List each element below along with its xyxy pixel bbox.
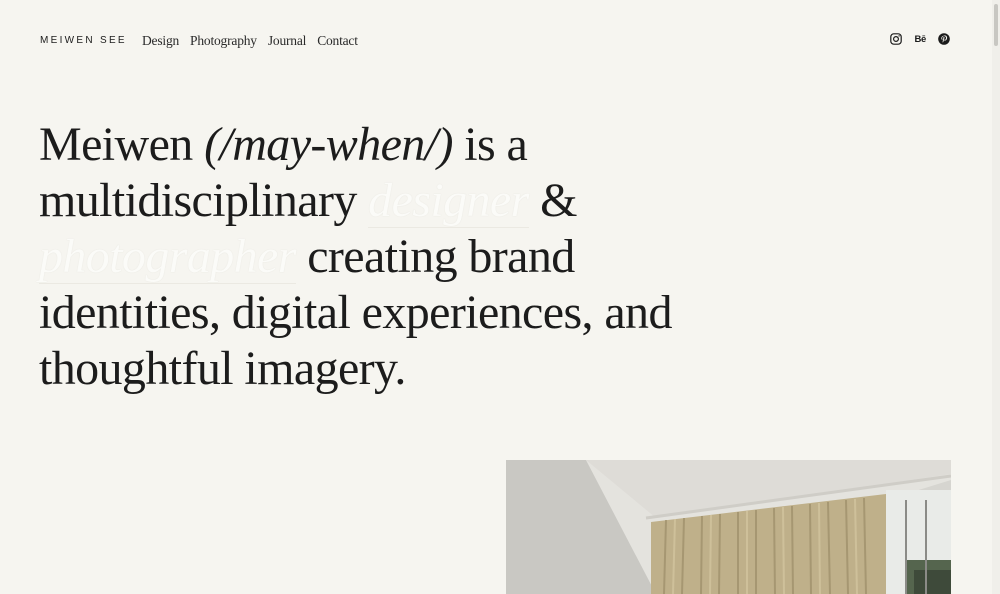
social-links: Bē <box>890 33 950 45</box>
hero-pronunciation: (/may-when/) <box>204 118 453 171</box>
pinterest-icon[interactable] <box>938 33 950 45</box>
site-header: MEIWEN SEE Design Photography Journal Co… <box>40 30 950 52</box>
nav-journal[interactable]: Journal <box>268 32 307 50</box>
room-with-curtains-photo <box>506 460 951 594</box>
hero-multidisciplinary: multidisciplinary <box>39 174 357 227</box>
designer-link[interactable]: designer <box>368 174 529 228</box>
behance-icon[interactable]: Bē <box>914 33 926 45</box>
nav-contact[interactable]: Contact <box>317 32 358 50</box>
photographer-link[interactable]: photographer <box>39 230 296 284</box>
page-scrollbar[interactable] <box>992 0 1000 594</box>
nav-design[interactable]: Design <box>142 32 179 50</box>
scrollbar-thumb[interactable] <box>994 4 998 46</box>
instagram-icon[interactable] <box>890 33 903 45</box>
hero-statement: Meiwen (/may-when/) is a multidisciplina… <box>39 117 679 397</box>
hero-line-4: identities, digital experiences, and <box>39 286 672 339</box>
nav-photography[interactable]: Photography <box>190 32 257 50</box>
hero-name: Meiwen <box>39 118 193 171</box>
hero-ampersand: & <box>540 174 577 227</box>
hero-line-5: thoughtful imagery. <box>39 342 406 395</box>
hero-is-a: is a <box>464 118 528 171</box>
main-nav: Design Photography Journal Contact <box>142 32 358 50</box>
hero-creating-brand: creating brand <box>307 230 575 283</box>
site-logo[interactable]: MEIWEN SEE <box>40 34 127 48</box>
